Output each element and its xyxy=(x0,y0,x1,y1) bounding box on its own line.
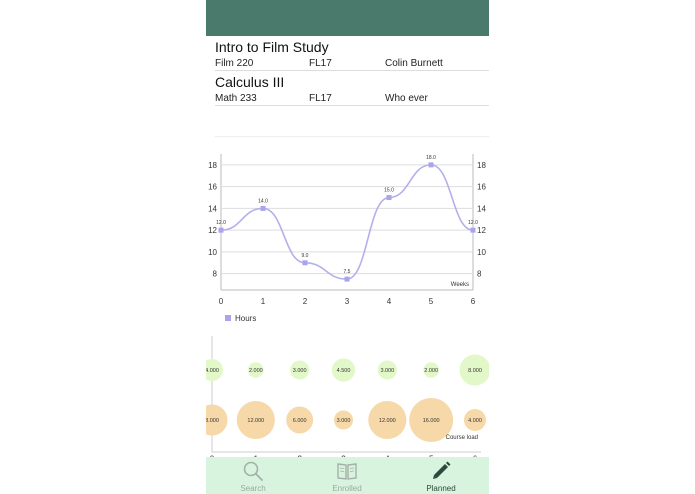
bubble-label: 12.000 xyxy=(247,418,264,424)
data-point xyxy=(386,195,392,201)
x-tick-label: 4 xyxy=(387,297,392,306)
divider xyxy=(215,136,489,137)
bubble-label: 4.500 xyxy=(337,368,351,374)
bubble-label: 4.000 xyxy=(468,418,482,424)
data-label: 7.5 xyxy=(344,269,351,275)
x-tick-label: 6 xyxy=(471,297,476,306)
tab-search-label: Search xyxy=(240,484,266,493)
data-label: 9.0 xyxy=(302,253,309,259)
tab-bar: Search Enrolled Planned xyxy=(206,457,489,494)
bubble-label: 3.000 xyxy=(380,368,394,374)
data-point xyxy=(302,260,308,266)
x-tick-label: 2 xyxy=(303,297,308,306)
bubble-label: 3.000 xyxy=(293,368,307,374)
tab-planned[interactable]: Planned xyxy=(394,457,488,494)
x-tick-label: 1 xyxy=(261,297,266,306)
data-point xyxy=(470,227,476,233)
bubble-label: 2.000 xyxy=(249,368,263,374)
data-label: 15.0 xyxy=(384,188,394,194)
course-load-bubble-chart: 4.000 2.000 3.000 4.500 3.000 2.000 8.000 8.000… xyxy=(206,336,489,457)
bubble-label: 3.000 xyxy=(337,418,351,424)
y-tick-label-left: 8 xyxy=(213,270,218,279)
y-tick-label-right: 14 xyxy=(477,204,486,213)
bubble-label: 8.000 xyxy=(468,368,482,374)
bubble-label: 6.000 xyxy=(293,418,307,424)
tab-search[interactable]: Search xyxy=(206,457,300,494)
y-tick-label-right: 16 xyxy=(477,183,486,192)
y-tick-label-right: 12 xyxy=(477,226,486,235)
bubble-label: 12.000 xyxy=(379,418,396,424)
x-tick-label: 0 xyxy=(219,297,224,306)
y-tick-label-left: 16 xyxy=(208,183,217,192)
data-label: 12.0 xyxy=(216,220,226,226)
data-point xyxy=(218,227,224,233)
x-axis-title: Weeks xyxy=(451,282,469,288)
course-item[interactable]: Intro to Film Study Film 220 FL17 Colin … xyxy=(215,36,489,71)
top-bar xyxy=(206,0,489,36)
y-tick-label-right: 8 xyxy=(477,270,482,279)
course-title: Calculus III xyxy=(215,74,285,90)
y-tick-label-left: 12 xyxy=(208,226,217,235)
course-instructor: Who ever xyxy=(385,93,428,104)
course-code: Math 233 xyxy=(215,93,257,104)
bubble-label: 8.000 xyxy=(206,418,219,424)
data-point xyxy=(428,162,434,168)
x-tick-label: 5 xyxy=(429,297,434,306)
y-tick-label-right: 18 xyxy=(477,161,486,170)
course-term: FL17 xyxy=(309,58,332,69)
course-list: Intro to Film Study Film 220 FL17 Colin … xyxy=(206,36,489,106)
course-code: Film 220 xyxy=(215,58,254,69)
data-point xyxy=(344,276,350,282)
bubble-label: 2.000 xyxy=(424,368,438,374)
y-tick-label-right: 10 xyxy=(477,248,486,257)
tab-enrolled-label: Enrolled xyxy=(332,484,362,493)
pencil-icon xyxy=(433,461,451,479)
tab-planned-label: Planned xyxy=(426,484,456,493)
course-item[interactable]: Calculus III Math 233 FL17 Who ever xyxy=(215,71,489,106)
y-tick-label-left: 18 xyxy=(208,161,217,170)
book-icon xyxy=(337,463,357,480)
course-term: FL17 xyxy=(309,93,332,104)
data-label: 14.0 xyxy=(258,198,268,204)
tab-enrolled[interactable]: Enrolled xyxy=(300,457,394,494)
data-label: 18.0 xyxy=(426,155,436,161)
phone-screen: Intro to Film Study Film 220 FL17 Colin … xyxy=(206,0,489,494)
bubble-label: 4.000 xyxy=(206,368,219,374)
x-tick-label: 3 xyxy=(345,297,350,306)
search-icon xyxy=(243,461,263,481)
y-tick-label-left: 10 xyxy=(208,248,217,257)
course-title: Intro to Film Study xyxy=(215,39,329,55)
legend-label: Hours xyxy=(235,314,256,323)
course-instructor: Colin Burnett xyxy=(385,58,443,69)
legend-swatch xyxy=(225,315,231,321)
bubble-label: 16.000 xyxy=(423,418,440,424)
data-label: 12.0 xyxy=(468,220,478,226)
hours-line-chart: 8 810 1012 1214 1416 1618 180 1 2 3 4 5 6Weeks12.014… xyxy=(208,154,486,323)
x-axis-title: Course load xyxy=(446,435,478,441)
data-point xyxy=(260,205,266,211)
hours-series-line xyxy=(220,164,474,280)
y-tick-label-left: 14 xyxy=(208,204,217,213)
